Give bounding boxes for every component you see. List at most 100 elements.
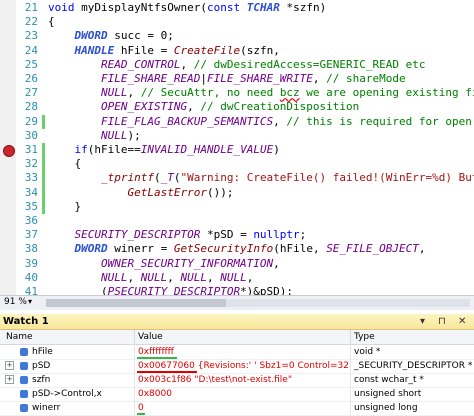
code-line[interactable]: NULL, // SecuAttr, no need bcz we are op… <box>48 86 474 100</box>
watch-name[interactable]: pSD <box>32 361 132 371</box>
code-line[interactable]: FILE_SHARE_READ|FILE_SHARE_WRITE, // sha… <box>48 72 406 86</box>
watch-name[interactable]: szfn <box>32 375 132 385</box>
code-line[interactable]: if(hFile==INVALID_HANDLE_VALUE) <box>48 143 280 157</box>
code-token: GetLastError <box>127 185 207 199</box>
code-token: DWORD <box>74 242 115 256</box>
watch-type: void * <box>354 347 381 357</box>
watch-name[interactable]: pSD->Control,x <box>32 389 132 399</box>
watch-name[interactable]: hFile <box>32 347 132 357</box>
code-line[interactable]: { <box>48 157 81 171</box>
code-token: , <box>273 114 287 128</box>
code-line[interactable]: HANDLE hFile = CreateFile(szfn, <box>48 44 280 58</box>
line-number: 39 <box>24 256 38 270</box>
window-dropdown-icon[interactable]: ▾ <box>420 316 425 327</box>
scrollbar-thumb[interactable] <box>46 299 226 307</box>
code-line[interactable]: (PSECURITY_DESCRIPTOR*)&pSD); <box>48 285 293 295</box>
code-line[interactable]: NULL, NULL, NULL, NULL, <box>48 271 253 285</box>
code-line[interactable]: READ_CONTROL, // dwDesiredAccess=GENERIC… <box>48 58 426 72</box>
code-line[interactable]: { <box>48 15 55 29</box>
code-token: OWNER_SECURITY_INFORMATION <box>100 256 274 270</box>
watch-row[interactable]: pSD->Control,x 0x8000 unsigned short <box>0 387 474 402</box>
code-line[interactable]: DWORD succ = 0; <box>48 29 174 43</box>
variable-icon <box>20 348 28 356</box>
column-header-name[interactable]: Name <box>6 332 33 342</box>
zoom-level[interactable]: 91 % <box>4 297 27 307</box>
code-editor[interactable]: 21 22 23 24 25 26 27 28 29 30 31 32 33 34 35 36 37 38 39 40… <box>0 0 474 295</box>
watch-type: const wchar_t * <box>354 375 424 385</box>
watch-value[interactable]: 0x8000 <box>138 389 348 399</box>
code-token: } <box>48 199 82 213</box>
changed-lines-marker <box>42 143 45 214</box>
breakpoint-icon[interactable] <box>3 145 15 157</box>
code-line[interactable]: OWNER_SECURITY_INFORMATION, <box>48 257 280 271</box>
code-line[interactable]: FILE_FLAG_BACKUP_SEMANTICS, // this is r… <box>48 115 474 129</box>
line-number: 26 <box>24 72 38 85</box>
code-line[interactable]: } <box>48 200 81 214</box>
value-highlight-underline <box>137 371 197 373</box>
code-token: READ_CONTROL <box>100 57 181 71</box>
code-token: (hFile== <box>87 143 141 156</box>
code-line[interactable]: void myDisplayNtfsOwner(const TCHAR *szf… <box>48 1 326 15</box>
code-token: CreateFile <box>173 43 241 57</box>
variable-icon <box>20 390 28 398</box>
code-token: DWORD <box>74 29 115 43</box>
variable-icon <box>20 404 28 412</box>
code-token: (hFile, <box>273 242 327 256</box>
watch-row[interactable]: hFile 0xffffffff void * <box>0 345 474 360</box>
column-header-value[interactable]: Value <box>138 332 163 342</box>
pin-icon[interactable]: ⊓ <box>438 316 446 327</box>
code-token: , <box>180 57 194 71</box>
code-line[interactable]: SECURITY_DESCRIPTOR *pSD = nullptr; <box>48 228 307 242</box>
watch-title-bar: Watch 1 ▾ ⊓ ✕ <box>0 314 474 330</box>
watch-row[interactable]: + pSD 0x00677060 {Revisions:' ' Sbz1=0 Con… <box>0 359 474 374</box>
code-token: ( <box>153 171 161 185</box>
expand-icon[interactable]: + <box>5 375 14 384</box>
watch-row[interactable]: winerr 0 unsigned long <box>0 401 474 416</box>
code-token: *pSD = <box>206 228 254 242</box>
code-line[interactable]: GetLastError()); <box>48 186 233 200</box>
code-line[interactable]: _tprintf(_T("Warning: CreateFile() faile… <box>48 171 474 185</box>
zoom-dropdown-icon[interactable]: ▾ <box>28 297 32 306</box>
line-number: 35 <box>24 199 38 213</box>
line-number: 22 <box>24 15 38 29</box>
watch-value[interactable]: 0x00677060 {Revisions:' ' Sbz1=0 Control… <box>138 361 348 371</box>
watch-value[interactable]: 0xffffffff <box>138 347 348 357</box>
code-token: nullptr <box>253 228 300 242</box>
line-number: 40 <box>24 270 38 284</box>
code-token: FILE_SHARE_READ <box>100 72 201 85</box>
line-number: 36 <box>24 214 38 227</box>
line-number: 21 <box>24 1 38 14</box>
watch-row[interactable]: + szfn 0x003c1f86 "D:\test\not-exist.file"… <box>0 373 474 388</box>
code-token: { <box>48 15 55 29</box>
line-number: 31 <box>24 143 38 156</box>
line-number: 41 <box>24 285 38 295</box>
watch-name[interactable]: winerr <box>32 403 132 413</box>
line-number: 23 <box>24 29 38 43</box>
variable-icon <box>20 362 28 370</box>
code-token: ; <box>299 228 307 242</box>
expand-icon[interactable]: + <box>5 361 14 370</box>
code-line[interactable]: NULL); <box>48 129 141 143</box>
watch-title: Watch 1 <box>3 316 49 327</box>
code-token: , <box>167 270 181 284</box>
code-token: NULL <box>100 86 128 100</box>
code-token: , <box>418 242 426 256</box>
watch-value[interactable]: 0x003c1f86 "D:\test\not-exist.file" <box>138 375 348 385</box>
column-header-type[interactable]: Type <box>354 332 375 342</box>
code-token: bcz <box>279 86 300 100</box>
code-line[interactable]: OPEN_EXISTING, // dwCreationDisposition <box>48 100 359 114</box>
line-number: 34 <box>24 185 38 199</box>
code-token: | <box>200 72 207 85</box>
close-icon[interactable]: ✕ <box>458 316 466 327</box>
code-line[interactable]: DWORD winerr = GetSecurityInfo(hFile, SE… <box>48 242 426 256</box>
watch-type: _SECURITY_DESCRIPTOR * <box>354 361 472 371</box>
watch-value[interactable]: 0 <box>138 403 348 413</box>
horizontal-scrollbar[interactable] <box>46 299 470 307</box>
